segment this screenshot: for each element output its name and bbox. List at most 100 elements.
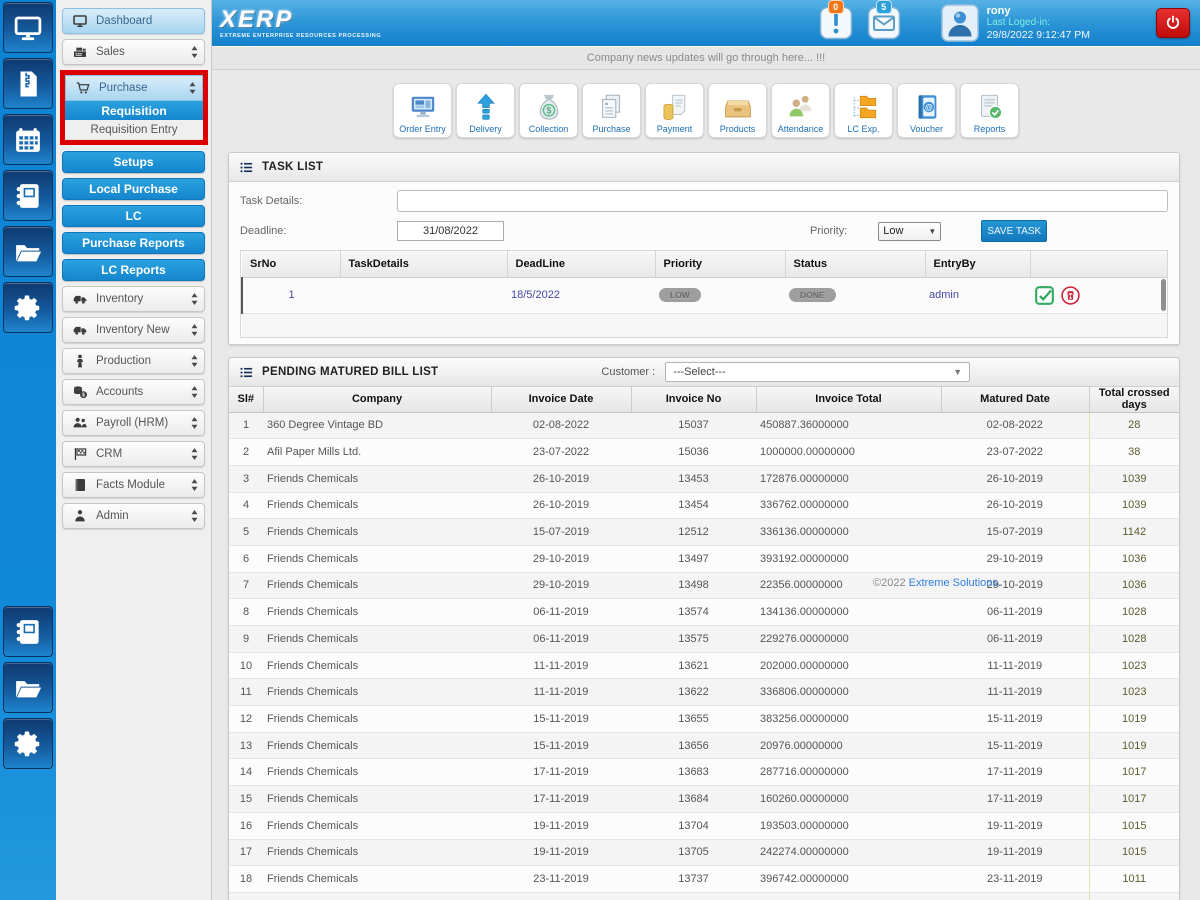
attendance-icon (786, 92, 816, 124)
bill-col-company: Company (263, 387, 492, 413)
toolbar-products-button[interactable]: Products (708, 83, 767, 138)
rail-gear-button[interactable] (3, 718, 53, 769)
task-entryby-cell: admin (925, 277, 1030, 314)
logout-button[interactable] (1156, 8, 1190, 38)
messages-button[interactable]: 5 (867, 0, 901, 40)
notebook-icon (13, 617, 43, 647)
sidebar-item-purchase[interactable]: Purchase (65, 75, 203, 101)
chevron-down-icon: ▼ (953, 367, 963, 377)
deadline-input[interactable] (397, 221, 504, 241)
notifications-button[interactable]: 0 (819, 0, 853, 40)
lc-exp-icon (849, 92, 879, 124)
zipdoc-icon (13, 69, 43, 99)
sidebar-item-production[interactable]: Production (62, 348, 205, 374)
bill-invoice-total-cell: 22356.00000000 (756, 572, 941, 600)
rail-folder-button[interactable] (3, 226, 53, 277)
bill-invoice-total-cell: 134136.00000000 (756, 598, 941, 626)
sidebar-item-sales[interactable]: Sales (62, 39, 205, 65)
book-icon (71, 477, 88, 494)
bill-company-cell: Friends Chemicals (263, 492, 491, 520)
worker-icon (71, 353, 88, 370)
sidebar-item-admin[interactable]: Admin (62, 503, 205, 529)
rail-notebook-button[interactable] (3, 606, 53, 657)
toolbar-lc-exp-button[interactable]: LC Exp. (834, 83, 893, 138)
toolbar-collection-button[interactable]: $ Collection (519, 83, 578, 138)
toolbar-voucher-button[interactable]: @ Voucher (897, 83, 956, 138)
sidebar-item-inventory[interactable]: Inventory (62, 286, 205, 312)
bill-col-invoice-total: Invoice Total (756, 387, 942, 413)
bill-sl-cell: 14 (229, 758, 263, 787)
payment-icon (660, 92, 690, 124)
priority-badge: LOW (659, 288, 701, 302)
task-details-label: Task Details: (240, 195, 303, 207)
bill-table-row: 15 Friends Chemicals 17-11-2019 13684 160260… (229, 785, 1179, 813)
mark-done-button[interactable] (1034, 285, 1055, 306)
sidebar-item-payroll-hrm[interactable]: Payroll (HRM) (62, 410, 205, 436)
bill-matured-date-cell: 19-11-2019 (941, 839, 1089, 867)
bill-invoice-no-cell: 13621 (631, 652, 756, 680)
notification-badge: 0 (827, 0, 844, 14)
toolbar-order-entry-button[interactable]: Order Entry (393, 83, 452, 138)
task-details-input[interactable] (397, 190, 1168, 212)
rail-zipdoc-button[interactable] (3, 58, 53, 109)
task-table-scrollbar[interactable] (1161, 279, 1166, 311)
sidebar-item-dashboard[interactable]: Dashboard (62, 8, 205, 34)
toolbar-delivery-button[interactable]: Delivery (456, 83, 515, 138)
bill-invoice-no-cell: 13655 (631, 705, 756, 733)
toolbar-purchase-button[interactable]: Purchase (582, 83, 641, 138)
rail-notebook-button[interactable] (3, 170, 53, 221)
toolbar-reports-button[interactable]: Reports (960, 83, 1019, 138)
task-table-empty-row (242, 313, 1167, 337)
delete-task-button[interactable] (1060, 285, 1081, 306)
sidebar-item-requisition-entry[interactable]: Requisition Entry (65, 121, 203, 140)
sidebar-item-accounts[interactable]: $ Accounts (62, 379, 205, 405)
monitor-icon (13, 13, 43, 43)
bill-invoice-date-cell: 19-11-2019 (491, 812, 631, 840)
bill-col-invoice-date: Invoice Date (491, 387, 632, 413)
app-logo[interactable]: XERP EXTREME ENTERPRISE RESOURCES PROCES… (216, 5, 406, 39)
expand-arrows-icon (190, 509, 199, 523)
rail-monitor-button[interactable] (3, 2, 53, 53)
toolbar-attendance-button[interactable]: Attendance (771, 83, 830, 138)
sidebar-item-facts-module[interactable]: Facts Module (62, 472, 205, 498)
task-list-panel: TASK LIST Task Details: Deadline: Priori… (228, 152, 1180, 345)
folder-icon (13, 673, 43, 703)
svg-text:@: @ (924, 103, 932, 112)
bill-company-cell: Friends Chemicals (263, 812, 491, 840)
customer-select[interactable]: ---Select--- ▼ (665, 362, 971, 382)
sidebar-item-local-purchase[interactable]: Local Purchase (62, 178, 205, 200)
bill-crossed-days-cell: 1019 (1088, 705, 1179, 733)
rail-folder-button[interactable] (3, 662, 53, 713)
bill-company-cell: Afil Paper Mills Ltd. (263, 438, 491, 466)
sidebar-item-lc-reports[interactable]: LC Reports (62, 259, 205, 281)
sidebar-item-purchase-reports[interactable]: Purchase Reports (62, 232, 205, 254)
user-avatar[interactable] (940, 4, 979, 42)
bill-matured-date-cell: 15-07-2019 (941, 518, 1089, 546)
last-login-label: Last Loged-in: (986, 17, 1051, 28)
sidebar-item-lc[interactable]: LC (62, 205, 205, 227)
rail-calendar-button[interactable] (3, 114, 53, 165)
sidebar-item-crm[interactable]: CRM (62, 441, 205, 467)
sidebar-item-requisition[interactable]: Requisition (65, 101, 203, 120)
sidebar-item-setups[interactable]: Setups (62, 151, 205, 173)
bill-crossed-days-cell: 1017 (1088, 785, 1179, 813)
bill-invoice-date-cell: 17-11-2019 (491, 758, 631, 787)
sidebar-item-inventory-new[interactable]: Inventory New (62, 317, 205, 343)
priority-select[interactable]: Low ▼ (878, 221, 942, 241)
bill-sl-cell: 18 (229, 865, 263, 893)
rail-gear-button[interactable] (3, 282, 53, 333)
shortcut-toolbar: Order Entry Delivery $ Collection Purchase Pa… (212, 70, 1200, 152)
bill-invoice-date-cell: 29-10-2019 (491, 572, 631, 600)
bill-invoice-no-cell: 13574 (631, 598, 756, 626)
toolbar-payment-button[interactable]: Payment (645, 83, 704, 138)
bill-company-cell: Friends Chemicals (263, 545, 491, 573)
bill-col-total-crossed-days: Total crossed days (1089, 387, 1179, 413)
save-task-button[interactable]: SAVE TASK (981, 220, 1048, 242)
task-panel-title: TASK LIST (262, 161, 324, 173)
task-col-SrNo: SrNo (242, 251, 341, 278)
bill-invoice-total-cell: 193503.00000000 (756, 812, 941, 840)
logo-text: XERP (220, 5, 294, 33)
bill-invoice-date-cell: 23-07-2022 (491, 438, 631, 466)
logo-subtitle: EXTREME ENTERPRISE RESOURCES PROCESSING (220, 32, 382, 39)
products-icon (723, 92, 753, 124)
